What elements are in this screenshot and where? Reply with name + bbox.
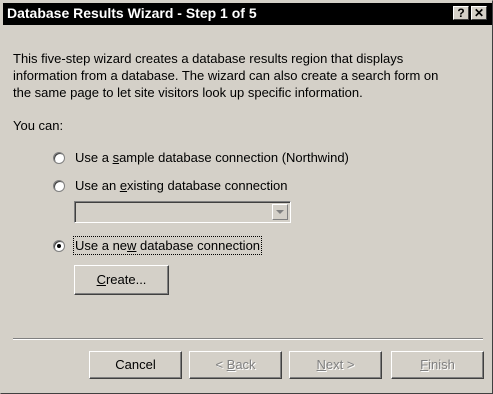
description-line: information from a database. The wizard … bbox=[13, 68, 439, 83]
wizard-dialog: Database Results Wizard - Step 1 of 5 ? … bbox=[0, 0, 493, 394]
next-button[interactable]: Next > bbox=[289, 351, 382, 379]
radio-button[interactable] bbox=[53, 152, 65, 164]
radio-label[interactable]: Use a sample database connection (Northw… bbox=[75, 150, 349, 165]
finish-button[interactable]: Finish bbox=[391, 351, 484, 379]
radio-button[interactable] bbox=[53, 240, 65, 252]
radio-label[interactable]: Use an existing database connection bbox=[75, 178, 288, 193]
help-button[interactable]: ? bbox=[453, 6, 469, 20]
create-button[interactable]: Create... bbox=[74, 265, 169, 295]
chevron-down-icon[interactable] bbox=[272, 204, 288, 220]
radio-button[interactable] bbox=[53, 180, 65, 192]
radio-label[interactable]: Use a new database connection bbox=[72, 236, 263, 255]
close-button[interactable]: ✕ bbox=[471, 6, 487, 20]
wizard-description: This five-step wizard creates a database… bbox=[13, 50, 483, 101]
existing-connection-dropdown[interactable] bbox=[74, 201, 291, 223]
back-button[interactable]: < Back bbox=[189, 351, 282, 379]
options-heading: You can: bbox=[13, 118, 64, 133]
cancel-button[interactable]: Cancel bbox=[89, 351, 182, 379]
title-bar[interactable]: Database Results Wizard - Step 1 of 5 ? … bbox=[3, 3, 492, 25]
description-line: This five-step wizard creates a database… bbox=[13, 51, 404, 66]
description-line: the same page to let site visitors look … bbox=[13, 85, 363, 100]
window-title: Database Results Wizard - Step 1 of 5 bbox=[7, 5, 257, 21]
separator bbox=[13, 338, 483, 340]
